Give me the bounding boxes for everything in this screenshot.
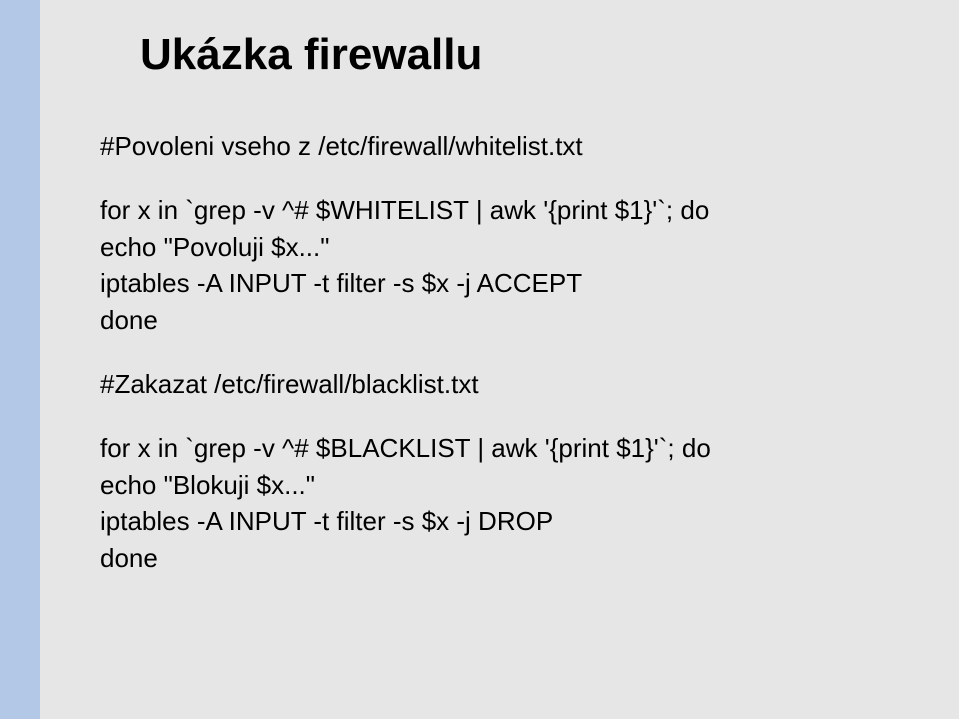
- code-block: #Povoleni vseho z /etc/firewall/whitelis…: [100, 128, 909, 576]
- code-line: done: [100, 302, 909, 338]
- sidebar-accent: [0, 0, 40, 719]
- code-line: echo "Blokuji $x...": [100, 467, 909, 503]
- slide-content: Ukázka firewallu #Povoleni vseho z /etc/…: [40, 0, 959, 719]
- code-line: iptables -A INPUT -t filter -s $x -j DRO…: [100, 503, 909, 539]
- code-line: for x in `grep -v ^# $BLACKLIST | awk '{…: [100, 430, 909, 466]
- code-line: for x in `grep -v ^# $WHITELIST | awk '{…: [100, 192, 909, 228]
- code-line: echo "Povoluji $x...": [100, 229, 909, 265]
- comment-blacklist: #Zakazat /etc/firewall/blacklist.txt: [100, 366, 909, 402]
- blacklist-loop: for x in `grep -v ^# $BLACKLIST | awk '{…: [100, 430, 909, 576]
- code-line: done: [100, 540, 909, 576]
- whitelist-loop: for x in `grep -v ^# $WHITELIST | awk '{…: [100, 192, 909, 338]
- code-line: iptables -A INPUT -t filter -s $x -j ACC…: [100, 265, 909, 301]
- comment-whitelist: #Povoleni vseho z /etc/firewall/whitelis…: [100, 128, 909, 164]
- slide-title: Ukázka firewallu: [140, 30, 909, 80]
